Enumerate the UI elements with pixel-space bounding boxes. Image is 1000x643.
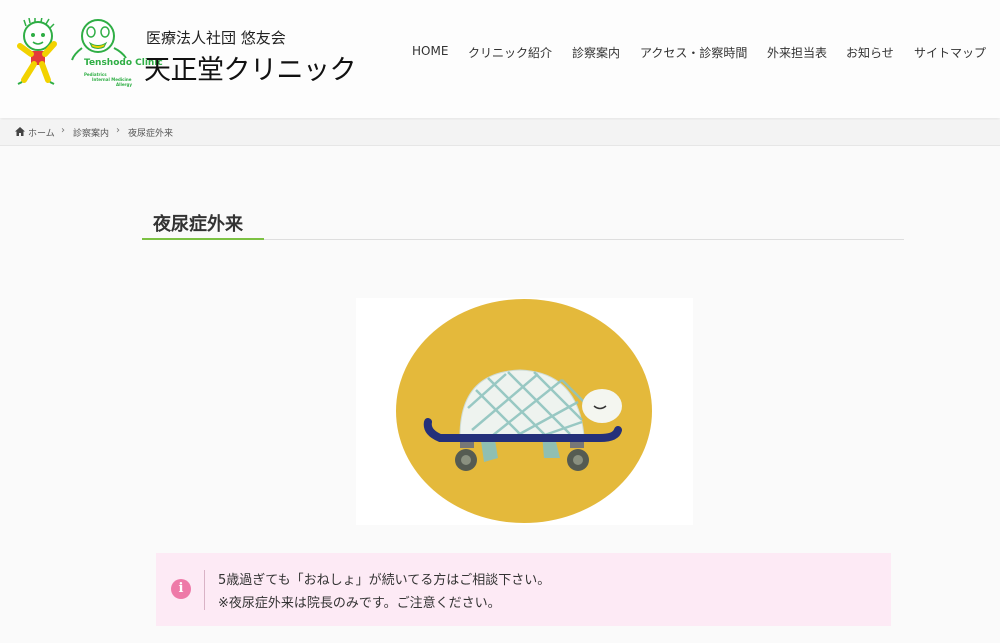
breadcrumb-consultation[interactable]: 診察案内 xyxy=(73,126,109,139)
turtle-skateboard-illustration xyxy=(356,298,693,525)
site-header: Tenshodo Clinic Pediatrics Internal Medi… xyxy=(0,0,1000,118)
breadcrumb-current: 夜尿症外来 xyxy=(128,129,174,139)
title-accent-bar xyxy=(142,238,264,240)
nav-item-clinic[interactable]: クリニック紹介 xyxy=(468,44,552,61)
notice-line-1: 5歳過ぎても「おねしょ」が続いてる方はご相談下さい。 xyxy=(218,573,551,588)
chevron-right-icon: › xyxy=(61,125,65,136)
nav-item-home[interactable]: HOME xyxy=(412,44,448,58)
notice-divider xyxy=(204,570,205,610)
nav-item-consultation[interactable]: 診察案内 xyxy=(572,44,620,61)
nav-item-news[interactable]: お知らせ xyxy=(846,44,894,61)
notice-line-2: ※夜尿症外来は院長のみです。ご注意ください。 xyxy=(218,596,501,611)
page-title: 夜尿症外来 xyxy=(153,214,243,235)
notice-box: i 5歳過ぎても「おねしょ」が続いてる方はご相談下さい。 ※夜尿症外来は院長のみ… xyxy=(156,553,891,626)
breadcrumb: ホーム › 診察案内 › 夜尿症外来 xyxy=(0,120,1000,146)
nav-item-access[interactable]: アクセス・診察時間 xyxy=(640,44,747,61)
home-icon xyxy=(15,127,25,136)
nav-item-schedule[interactable]: 外来担当表 xyxy=(767,44,827,61)
info-icon: i xyxy=(171,579,191,599)
nav-item-sitemap[interactable]: サイトマップ xyxy=(914,44,986,61)
logo-subtext: Allergy xyxy=(116,82,132,87)
main-nav: HOME クリニック紹介 診察案内 アクセス・診察時間 外来担当表 お知らせ サ… xyxy=(0,44,1000,64)
chevron-right-icon: › xyxy=(116,125,120,136)
breadcrumb-home[interactable]: ホーム xyxy=(28,126,55,139)
